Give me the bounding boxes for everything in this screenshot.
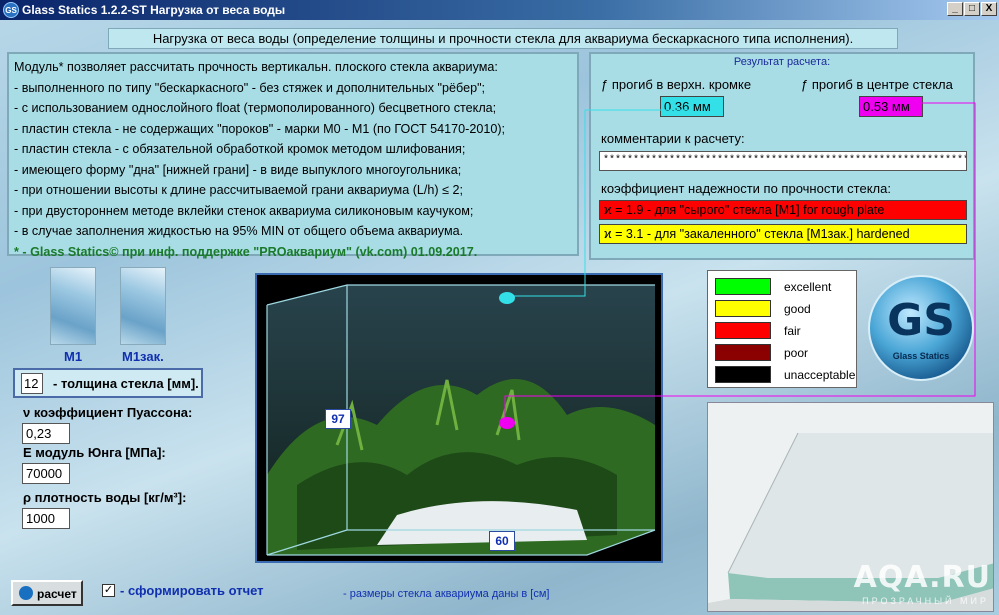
legend-swatch [715,300,771,317]
gs-mini-icon [19,586,33,600]
legend-swatch [715,344,771,361]
legend-label: unacceptable [784,368,856,382]
legend-label: excellent [784,280,832,294]
watermark: AQA.RU [853,560,991,595]
report-checkbox[interactable]: ✓ [102,584,115,597]
legend-label: good [784,302,811,316]
logo-text: Glass Statics [892,351,950,361]
legend-label: fair [784,324,801,338]
legend-swatch [715,278,771,295]
logo-letters: GS [887,295,955,346]
rating-legend: excellent good fair poor unacceptable [707,270,857,388]
calculate-label: расчет [37,587,77,601]
units-note: - размеры стекла аквариума даны в [см] [343,588,550,600]
glass-statics-logo: GS Glass Statics [868,275,974,381]
legend-swatch [715,322,771,339]
legend-label: poor [784,346,809,360]
calculate-button[interactable]: расчет [11,580,83,606]
watermark-sub: ПРОЗРАЧНЫЙ МИР [862,596,989,606]
legend-swatch [715,366,771,383]
report-label: - сформировать отчет [120,583,264,598]
